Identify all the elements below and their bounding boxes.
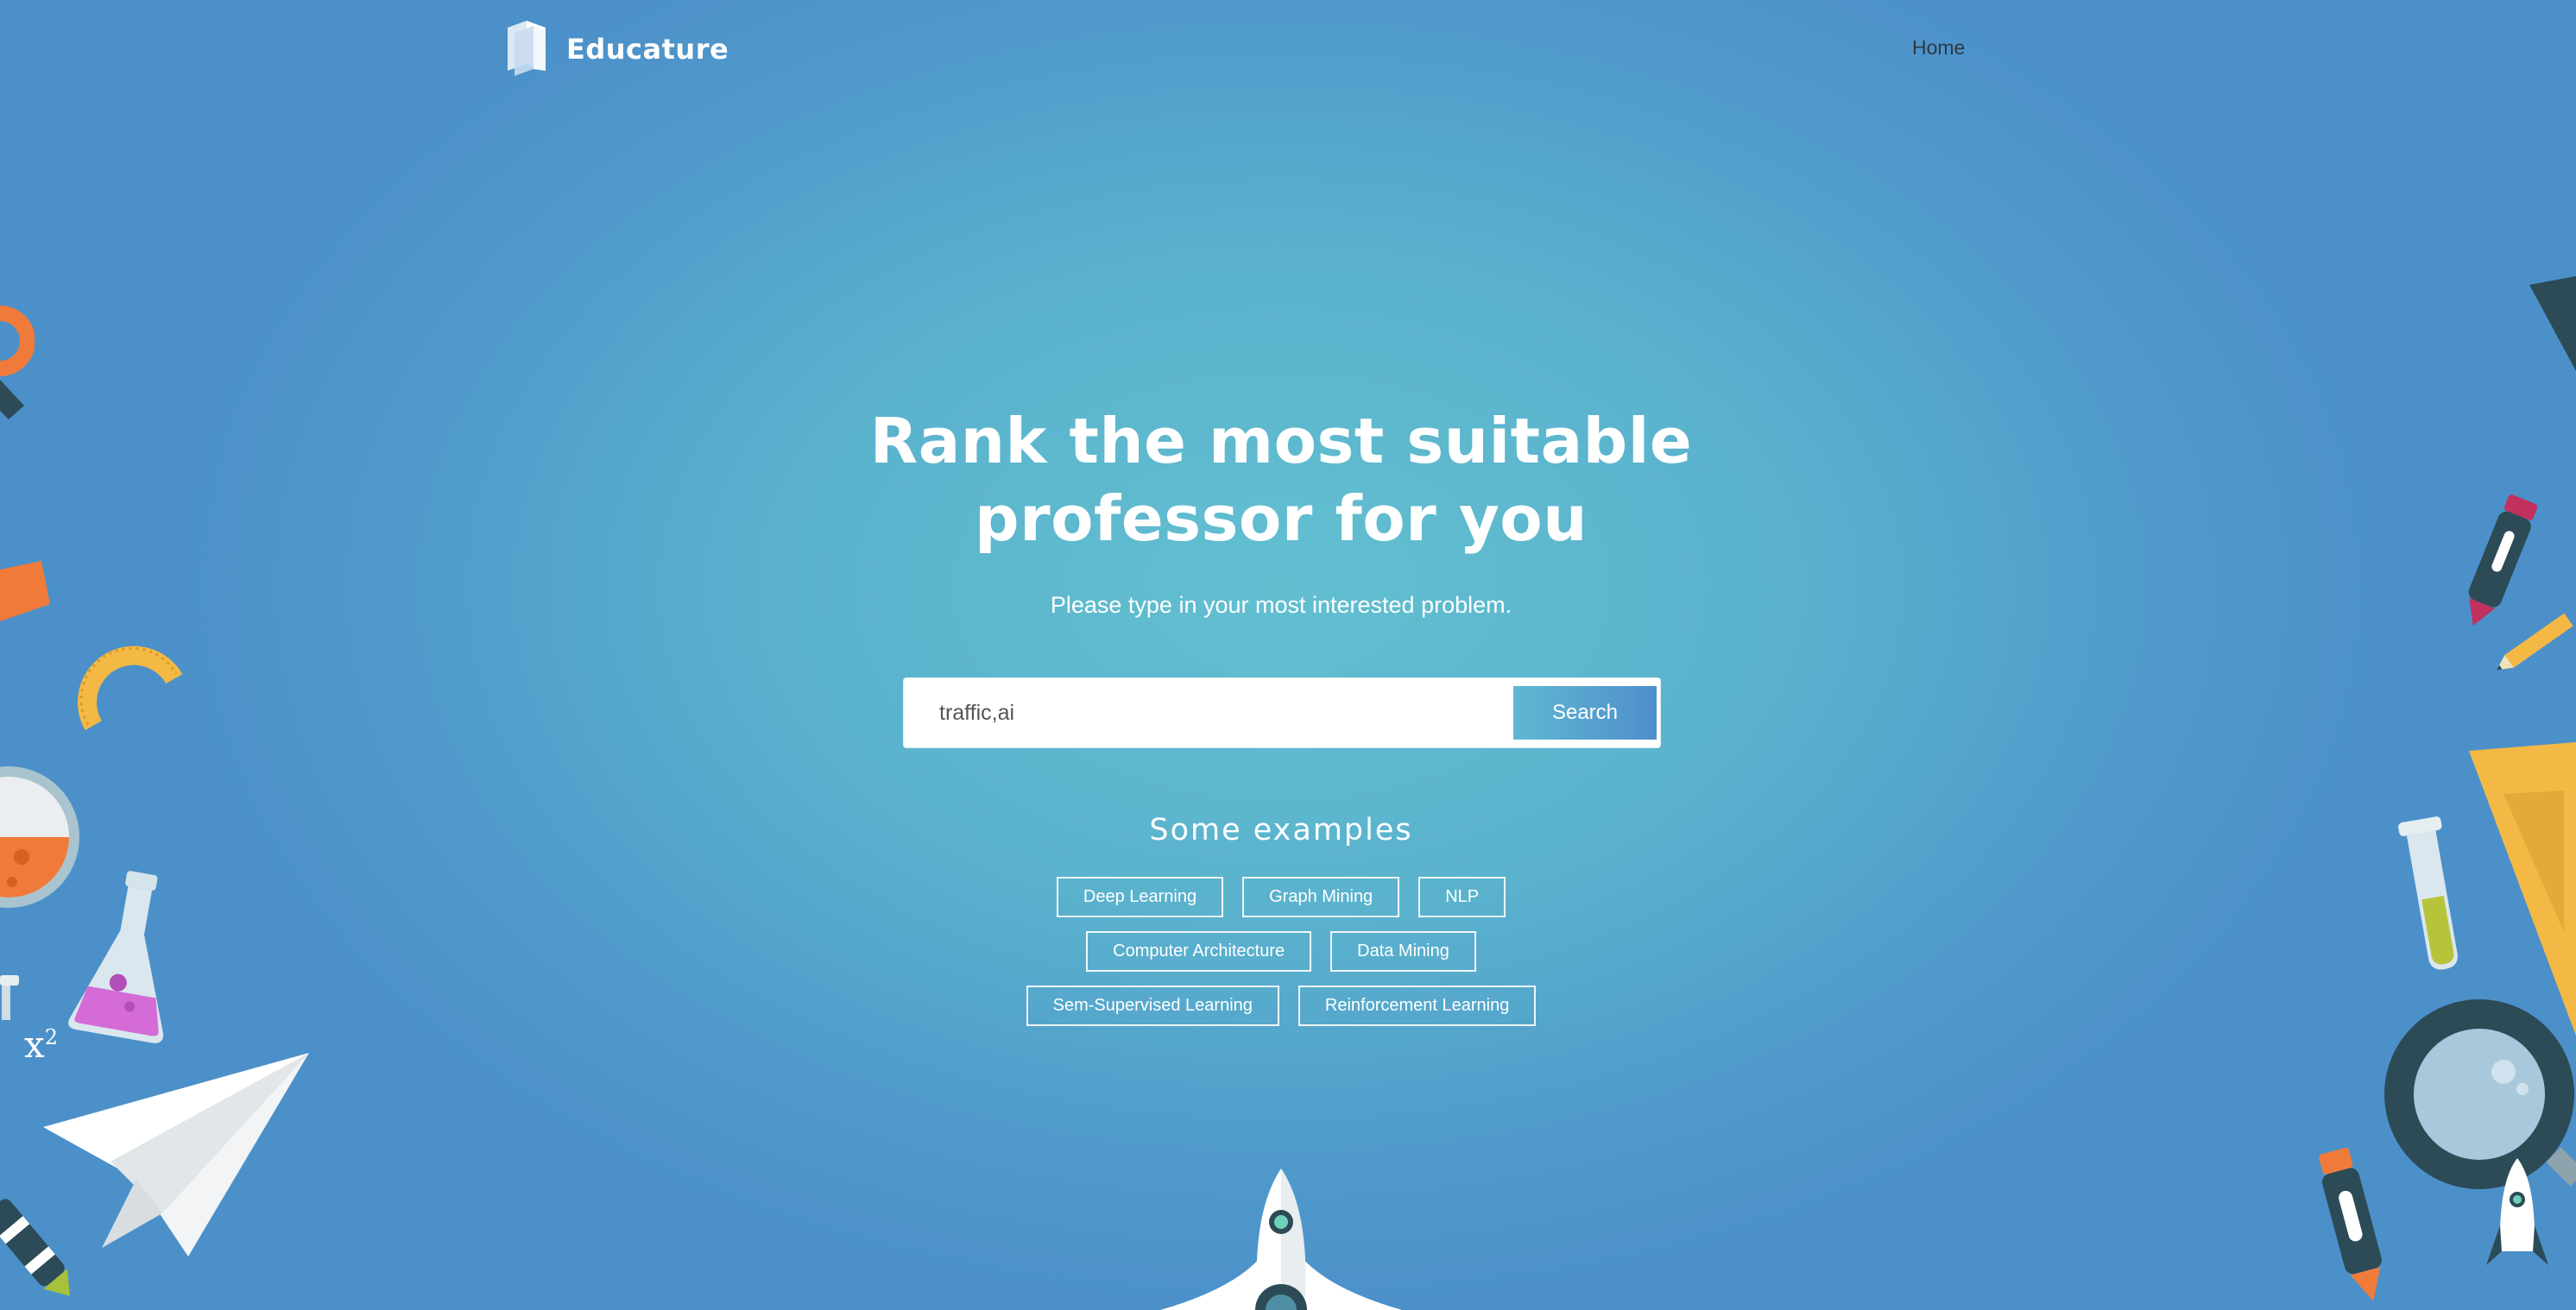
search-form: Search	[904, 678, 1660, 747]
small-tube-icon	[0, 975, 19, 1020]
hero-title: Rank the most suitable professor for you	[763, 402, 1799, 557]
nav-home-link[interactable]: Home	[1912, 36, 1965, 60]
site-header: Educature Home	[0, 0, 2576, 99]
example-tag-computer-architecture[interactable]: Computer Architecture	[1086, 931, 1312, 972]
examples-heading: Some examples	[1149, 813, 1413, 847]
hero-title-line-2: professor for you	[975, 482, 1588, 555]
formula-exponent: 2	[44, 1025, 58, 1049]
paper-plane-icon	[43, 1053, 309, 1256]
flask-icon	[68, 871, 164, 1043]
rocket-icon	[1160, 1168, 1402, 1310]
example-tag-nlp[interactable]: NLP	[1418, 877, 1506, 917]
example-tag-graph-mining[interactable]: Graph Mining	[1242, 877, 1400, 917]
rocket-small-icon	[2486, 1158, 2548, 1265]
brand-logo[interactable]: Educature	[504, 21, 729, 78]
brand-name: Educature	[566, 33, 729, 66]
pencil-icon	[2496, 613, 2573, 671]
test-tube-icon	[2398, 816, 2458, 970]
examples-row-1: Deep Learning Graph Mining NLP	[849, 877, 1713, 917]
crayon-right-icon	[2319, 1148, 2382, 1301]
example-tag-deep-learning[interactable]: Deep Learning	[1056, 877, 1224, 917]
examples-row-3: Sem-Supervised Learning Reinforcement Le…	[849, 986, 1713, 1026]
set-square-top-icon	[2529, 276, 2576, 371]
eraser-icon	[0, 561, 50, 621]
magnifier-icon	[0, 305, 35, 419]
hero-title-line-1: Rank the most suitable	[869, 405, 1693, 477]
example-tag-reinforcement-learning[interactable]: Reinforcement Learning	[1297, 986, 1537, 1026]
search-input[interactable]	[906, 681, 1511, 745]
hero-subtitle: Please type in your most interested prob…	[1050, 592, 1512, 618]
protractor-icon	[78, 646, 183, 731]
logo-book-icon	[508, 21, 546, 76]
examples-row-2: Computer Architecture Data Mining	[849, 931, 1713, 972]
example-tag-semi-supervised-learning[interactable]: Sem-Supervised Learning	[1026, 986, 1279, 1026]
search-button[interactable]: Search	[1513, 686, 1657, 740]
example-tag-data-mining[interactable]: Data Mining	[1330, 931, 1476, 972]
crayon-icon	[0, 1199, 70, 1296]
set-square-icon	[2469, 742, 2576, 1036]
